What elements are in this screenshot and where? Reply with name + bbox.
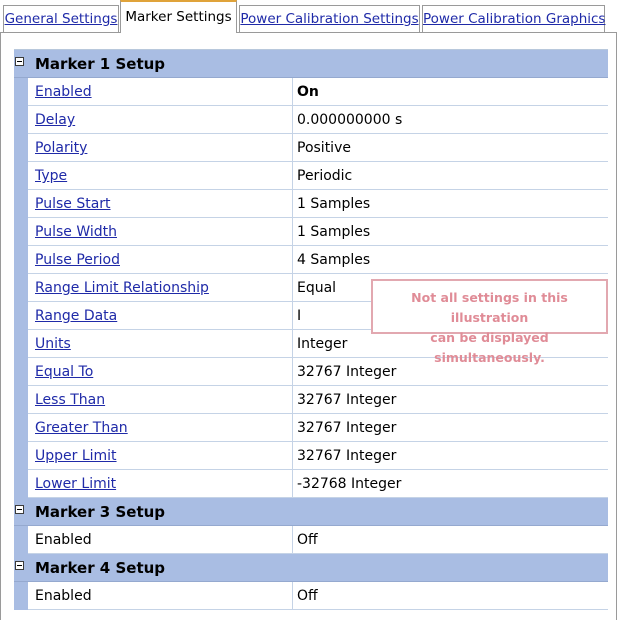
property-name-enabled[interactable]: Enabled: [28, 526, 293, 554]
row-gutter: [14, 78, 28, 106]
property-value-pulse-width[interactable]: 1 Samples: [293, 218, 608, 246]
collapse-icon[interactable]: [15, 505, 24, 514]
property-value-pulse-period[interactable]: 4 Samples: [293, 246, 608, 274]
row-gutter: [14, 386, 28, 414]
note-line-2: can be displayed simultaneously.: [430, 330, 549, 365]
property-row-pulse-period[interactable]: Pulse Period 4 Samples: [14, 246, 608, 274]
row-gutter: [14, 246, 28, 274]
property-value-upper-limit[interactable]: 32767 Integer: [293, 442, 608, 470]
property-name-upper-limit[interactable]: Upper Limit: [28, 442, 293, 470]
property-name-type[interactable]: Type: [28, 162, 293, 190]
property-value-delay[interactable]: 0.000000000 s: [293, 106, 608, 134]
row-gutter: [14, 330, 28, 358]
property-row-upper-limit[interactable]: Upper Limit 32767 Integer: [14, 442, 608, 470]
property-name-range-limit-relationship[interactable]: Range Limit Relationship: [28, 274, 293, 302]
property-row-enabled[interactable]: Enabled Off: [14, 526, 608, 554]
property-name-enabled[interactable]: Enabled: [28, 582, 293, 610]
property-value-greater-than[interactable]: 32767 Integer: [293, 414, 608, 442]
property-name-less-than[interactable]: Less Than: [28, 386, 293, 414]
row-gutter: [14, 106, 28, 134]
category-title: Marker 1 Setup: [35, 55, 166, 73]
row-gutter: [14, 162, 28, 190]
collapse-icon[interactable]: [15, 561, 24, 570]
tab-marker-settings[interactable]: Marker Settings: [120, 0, 237, 33]
property-row-greater-than[interactable]: Greater Than 32767 Integer: [14, 414, 608, 442]
row-gutter: [14, 302, 28, 330]
property-name-pulse-start[interactable]: Pulse Start: [28, 190, 293, 218]
property-row-pulse-start[interactable]: Pulse Start 1 Samples: [14, 190, 608, 218]
row-gutter: [14, 190, 28, 218]
property-row-less-than[interactable]: Less Than 32767 Integer: [14, 386, 608, 414]
property-name-greater-than[interactable]: Greater Than: [28, 414, 293, 442]
category-marker-3[interactable]: Marker 3 Setup: [14, 498, 608, 526]
row-gutter: [14, 442, 28, 470]
property-row-polarity[interactable]: Polarity Positive: [14, 134, 608, 162]
category-marker-1[interactable]: Marker 1 Setup: [14, 50, 608, 78]
property-value-pulse-start[interactable]: 1 Samples: [293, 190, 608, 218]
property-row-delay[interactable]: Delay 0.000000000 s: [14, 106, 608, 134]
property-value-enabled[interactable]: Off: [293, 582, 608, 610]
tab-bar: General Settings Marker Settings Power C…: [0, 0, 617, 33]
row-gutter: [14, 526, 28, 554]
property-name-lower-limit[interactable]: Lower Limit: [28, 470, 293, 498]
illustration-note: Not all settings in this illustration ca…: [371, 279, 608, 365]
category-title: Marker 3 Setup: [35, 503, 166, 521]
property-name-polarity[interactable]: Polarity: [28, 134, 293, 162]
collapse-icon[interactable]: [15, 57, 24, 66]
row-gutter: [14, 218, 28, 246]
property-row-pulse-width[interactable]: Pulse Width 1 Samples: [14, 218, 608, 246]
property-row-lower-limit[interactable]: Lower Limit -32768 Integer: [14, 470, 608, 498]
property-name-equal-to[interactable]: Equal To: [28, 358, 293, 386]
property-value-type[interactable]: Periodic: [293, 162, 608, 190]
property-value-enabled[interactable]: Off: [293, 526, 608, 554]
property-name-range-data[interactable]: Range Data: [28, 302, 293, 330]
property-value-lower-limit[interactable]: -32768 Integer: [293, 470, 608, 498]
property-name-pulse-width[interactable]: Pulse Width: [28, 218, 293, 246]
row-gutter: [14, 470, 28, 498]
note-line-1: Not all settings in this illustration: [411, 290, 568, 325]
property-row-enabled[interactable]: Enabled On: [14, 78, 608, 106]
property-name-enabled[interactable]: Enabled: [28, 78, 293, 106]
row-gutter: [14, 274, 28, 302]
property-value-less-than[interactable]: 32767 Integer: [293, 386, 608, 414]
tab-power-calibration-settings[interactable]: Power Calibration Settings: [239, 5, 420, 32]
property-value-enabled[interactable]: On: [293, 78, 608, 106]
category-marker-4[interactable]: Marker 4 Setup: [14, 554, 608, 582]
tab-general-settings[interactable]: General Settings: [3, 5, 119, 32]
row-gutter: [14, 134, 28, 162]
row-gutter: [14, 414, 28, 442]
property-name-delay[interactable]: Delay: [28, 106, 293, 134]
property-value-polarity[interactable]: Positive: [293, 134, 608, 162]
row-gutter: [14, 582, 28, 610]
property-row-type[interactable]: Type Periodic: [14, 162, 608, 190]
tab-power-calibration-graphics[interactable]: Power Calibration Graphics: [422, 5, 605, 32]
property-name-pulse-period[interactable]: Pulse Period: [28, 246, 293, 274]
row-gutter: [14, 358, 28, 386]
property-name-units[interactable]: Units: [28, 330, 293, 358]
property-row-enabled[interactable]: Enabled Off: [14, 582, 608, 610]
category-title: Marker 4 Setup: [35, 559, 166, 577]
